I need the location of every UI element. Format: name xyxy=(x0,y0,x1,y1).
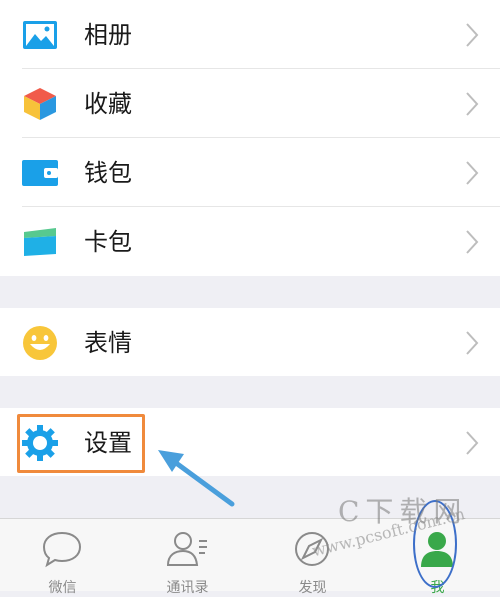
row-cards-label: 卡包 xyxy=(84,227,132,256)
row-stickers[interactable]: 表情 xyxy=(0,308,500,377)
tab-discover-label: 发现 xyxy=(298,580,327,596)
chat-bubble-icon xyxy=(42,531,82,568)
chevron-right-icon xyxy=(466,91,479,116)
settings-highlight-box xyxy=(17,414,145,473)
photos-icon xyxy=(23,20,57,49)
favorites-cube-icon xyxy=(24,87,56,120)
chevron-right-icon xyxy=(466,160,479,185)
row-favorites-label: 收藏 xyxy=(84,89,132,118)
contacts-icon xyxy=(166,532,207,566)
tab-chats-label: 微信 xyxy=(48,580,77,596)
smiley-icon xyxy=(23,325,57,360)
row-favorites[interactable]: 收藏 xyxy=(0,69,500,138)
wallet-icon xyxy=(22,159,58,186)
row-wallet[interactable]: 钱包 xyxy=(0,138,500,207)
card-icon xyxy=(24,227,56,256)
chevron-right-icon xyxy=(466,229,479,254)
row-cards[interactable]: 卡包 xyxy=(0,207,500,276)
row-wallet-label: 钱包 xyxy=(84,158,132,187)
list-group-1: 相册 收藏 钱包 卡包 xyxy=(0,0,500,276)
tab-chats[interactable]: 微信 xyxy=(0,519,125,596)
row-stickers-label: 表情 xyxy=(84,328,132,357)
tab-discover[interactable]: 发现 xyxy=(250,519,375,596)
list-group-2: 表情 xyxy=(0,308,500,376)
row-photos-label: 相册 xyxy=(84,20,132,49)
row-photos[interactable]: 相册 xyxy=(0,0,500,69)
chevron-right-icon xyxy=(466,330,479,355)
tab-contacts-label: 通讯录 xyxy=(166,580,209,596)
annotation-arrow-icon xyxy=(158,450,235,507)
chevron-right-icon xyxy=(466,22,479,47)
chevron-right-icon xyxy=(466,430,479,455)
compass-icon xyxy=(295,532,329,566)
tab-contacts[interactable]: 通讯录 xyxy=(125,519,250,596)
me-tab-annotation-ellipse xyxy=(413,500,457,588)
